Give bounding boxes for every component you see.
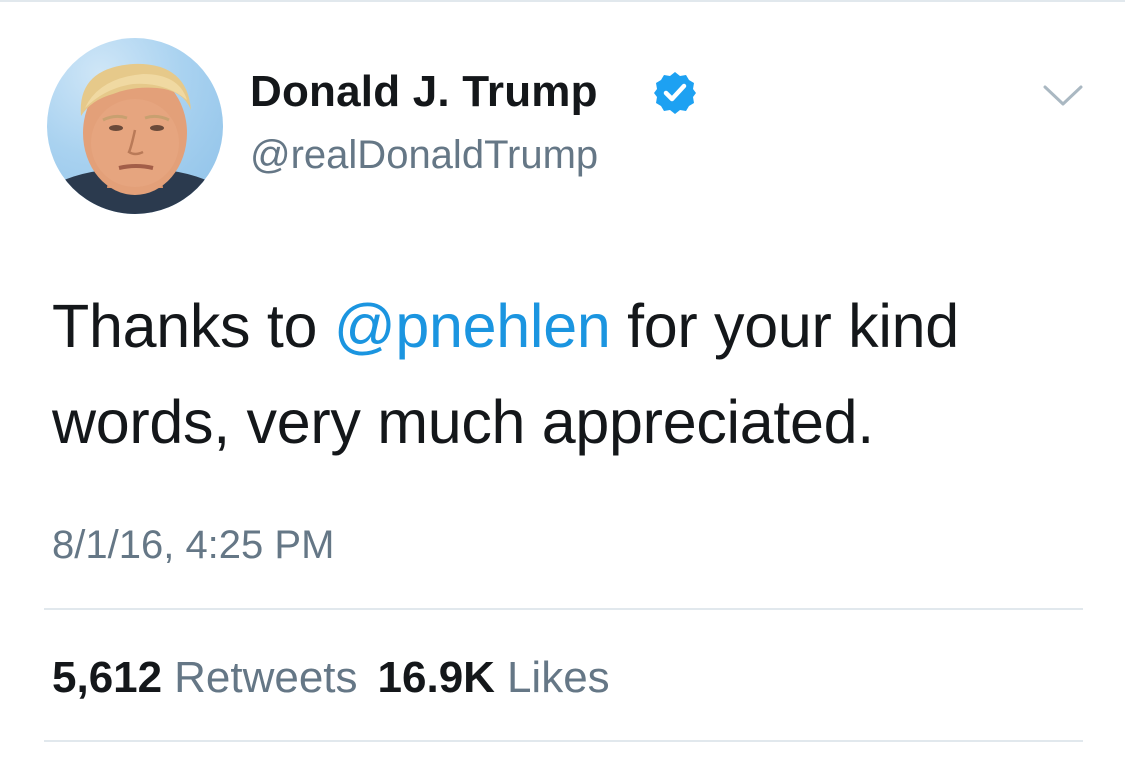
retweets-stat[interactable]: 5,612 Retweets bbox=[52, 653, 358, 702]
retweets-label: Retweets bbox=[174, 653, 358, 702]
verified-badge-icon bbox=[654, 72, 696, 114]
chevron-down-icon[interactable] bbox=[1040, 80, 1086, 110]
likes-count: 16.9K bbox=[377, 653, 495, 702]
tweet-stats: 5,612 Retweets 16.9K Likes bbox=[52, 648, 610, 708]
avatar[interactable] bbox=[47, 38, 223, 214]
user-handle[interactable]: @realDonaldTrump bbox=[250, 127, 598, 183]
avatar-photo bbox=[47, 63, 223, 214]
mention-link[interactable]: @pnehlen bbox=[334, 292, 611, 360]
likes-stat[interactable]: 16.9K Likes bbox=[378, 653, 610, 702]
retweets-count: 5,612 bbox=[52, 653, 163, 702]
timestamp[interactable]: 8/1/16, 4:25 PM bbox=[52, 517, 334, 573]
likes-label: Likes bbox=[506, 653, 610, 702]
divider bbox=[44, 740, 1083, 742]
tweet-text-prefix: Thanks to bbox=[52, 292, 334, 360]
divider bbox=[44, 608, 1083, 610]
display-name[interactable]: Donald J. Trump bbox=[250, 62, 598, 122]
tweet-text: Thanks to @pnehlen for your kind words, … bbox=[52, 278, 1092, 470]
top-divider bbox=[0, 0, 1125, 2]
